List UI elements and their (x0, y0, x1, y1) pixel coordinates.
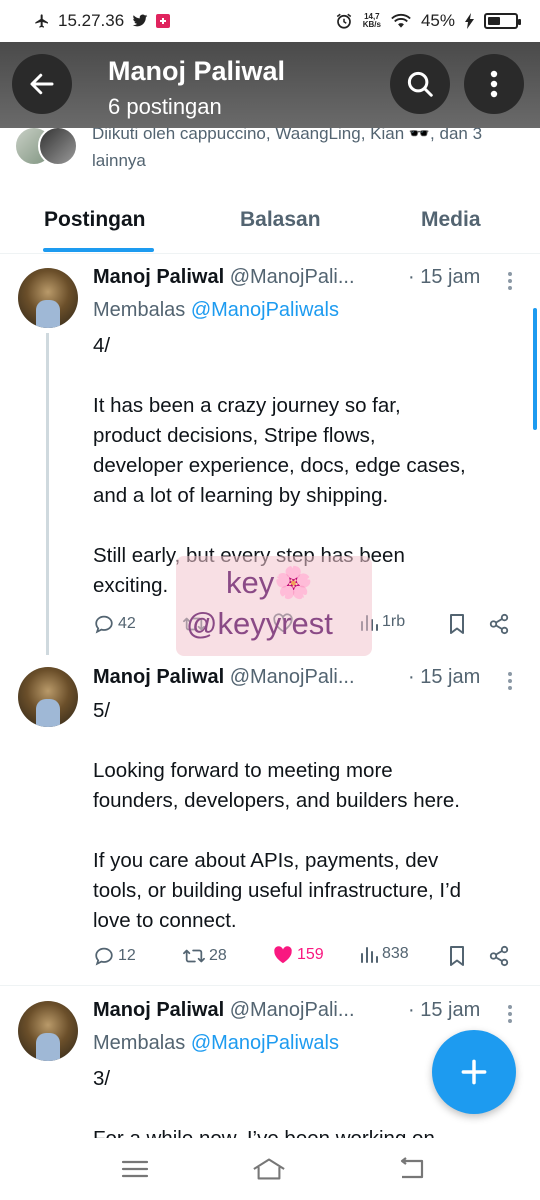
bookmark-button[interactable] (447, 613, 467, 635)
reply-count: 12 (118, 947, 136, 964)
divider (0, 985, 540, 986)
active-tab-indicator (43, 248, 154, 252)
watermark-line1: key🌸 (226, 565, 313, 600)
followed-by[interactable]: Diikuti oleh cappuccino, WaangLing, Kian… (14, 124, 534, 170)
profile-tabs: Postingan Balasan Media (0, 188, 540, 254)
plus-icon (461, 1059, 487, 1085)
tweet-time: · 15 jam (408, 666, 481, 688)
search-icon (407, 71, 433, 97)
wifi-icon (391, 13, 411, 29)
share-button[interactable] (488, 945, 510, 967)
avatar[interactable] (18, 1001, 78, 1061)
charging-icon (465, 13, 474, 29)
tweet-header: Manoj Paliwal @ManojPali... (93, 999, 355, 1022)
view-count: 1rb (382, 613, 406, 630)
battery-icon (484, 13, 521, 29)
thread-line (46, 333, 49, 655)
tab-postingan[interactable]: Postingan (44, 208, 146, 232)
compose-button[interactable] (432, 1030, 516, 1114)
tab-media[interactable]: Media (421, 208, 481, 232)
bookmark-button[interactable] (447, 945, 467, 967)
header-post-count: 6 postingan (108, 94, 222, 119)
more-options-button[interactable] (464, 54, 524, 114)
replying-to: Membalas @ManojPaliwals (93, 299, 339, 322)
share-icon (489, 613, 509, 635)
watermark: key🌸 @keyyrest (176, 556, 372, 656)
share-button[interactable] (488, 613, 510, 635)
reply-icon (95, 615, 113, 634)
profile-header: Manoj Paliwal 6 postingan (0, 42, 540, 128)
tweet-author-handle[interactable]: @ManojPali... (230, 999, 355, 1021)
bookmark-icon (450, 614, 464, 634)
tweet-more-icon[interactable] (500, 269, 520, 293)
tweet-author-handle[interactable]: @ManojPali... (230, 666, 355, 688)
tab-balasan[interactable]: Balasan (240, 208, 321, 232)
replying-to-mention[interactable]: @ManojPaliwals (191, 1032, 339, 1054)
repost-count: 28 (209, 947, 227, 964)
followed-by-text: Diikuti oleh cappuccino, WaangLing, Kian… (92, 124, 483, 170)
vertical-dots-icon (490, 70, 498, 98)
follower-avatar (38, 126, 78, 166)
avatar[interactable] (18, 667, 78, 727)
search-button[interactable] (390, 54, 450, 114)
alarm-icon (335, 12, 353, 30)
tweet-actions: 12 28 159 838 (93, 945, 523, 973)
repost-button[interactable]: 28 (182, 945, 227, 967)
replying-to-mention[interactable]: @ManojPaliwals (191, 299, 339, 321)
repost-icon (183, 949, 205, 963)
back-button[interactable] (12, 54, 72, 114)
analytics-icon (361, 947, 378, 963)
tweet-author-name[interactable]: Manoj Paliwal (93, 266, 224, 288)
battery-percent: 45% (420, 11, 455, 30)
avatar[interactable] (18, 268, 78, 328)
reply-count: 42 (118, 615, 136, 632)
tweet[interactable]: Manoj Paliwal @ManojPali... · 15 jam 5/ … (0, 655, 540, 985)
reply-button[interactable]: 42 (93, 613, 136, 635)
tweet-author-handle[interactable]: @ManojPali... (230, 266, 355, 288)
replying-to-label: Membalas (93, 1032, 191, 1054)
menu-lines-icon (121, 1160, 149, 1178)
system-navigation-bar (0, 1138, 540, 1200)
replying-to: Membalas @ManojPaliwals (93, 1032, 339, 1055)
like-button[interactable]: 159 (272, 945, 324, 965)
battery-level (488, 17, 500, 25)
recents-button[interactable] (118, 1154, 152, 1184)
status-bar: 15.27.36 14,7 KB/s 45% (0, 0, 540, 42)
header-name: Manoj Paliwal (108, 56, 286, 86)
tweet-header: Manoj Paliwal @ManojPali... (93, 666, 355, 689)
airplane-mode-icon (34, 13, 50, 29)
tweet-header: Manoj Paliwal @ManojPali... (93, 266, 355, 289)
watermark-line2: @keyyrest (186, 606, 333, 641)
tweet-author-name[interactable]: Manoj Paliwal (93, 666, 224, 688)
back-nav-button[interactable] (394, 1154, 428, 1184)
arrow-left-icon (30, 73, 54, 95)
app-notification-icon (156, 14, 171, 28)
reply-icon (95, 947, 113, 966)
bookmark-icon (450, 946, 464, 966)
home-button[interactable] (252, 1154, 286, 1184)
tweet-text: 5/ Looking forward to meeting more found… (93, 699, 462, 932)
twitter-notification-icon (132, 14, 148, 28)
like-count: 159 (297, 946, 324, 963)
tweet-time: · 15 jam (408, 999, 481, 1021)
tweet-more-icon[interactable] (500, 669, 520, 693)
view-count: 838 (382, 945, 409, 962)
reply-button[interactable]: 12 (93, 945, 136, 967)
tweet-time: · 15 jam (408, 266, 481, 288)
tweet-author-name[interactable]: Manoj Paliwal (93, 999, 224, 1021)
replying-to-label: Membalas (93, 299, 191, 321)
back-nav-icon (400, 1157, 424, 1179)
views-button[interactable]: 838 (359, 945, 409, 963)
tweet-more-icon[interactable] (500, 1002, 520, 1026)
home-icon (253, 1158, 285, 1180)
heart-filled-icon (274, 946, 292, 964)
network-speed-unit: KB/s (362, 20, 381, 29)
share-icon (489, 945, 509, 967)
network-speed: 14,7 KB/s (363, 13, 381, 29)
status-time: 15.27.36 (58, 11, 125, 30)
